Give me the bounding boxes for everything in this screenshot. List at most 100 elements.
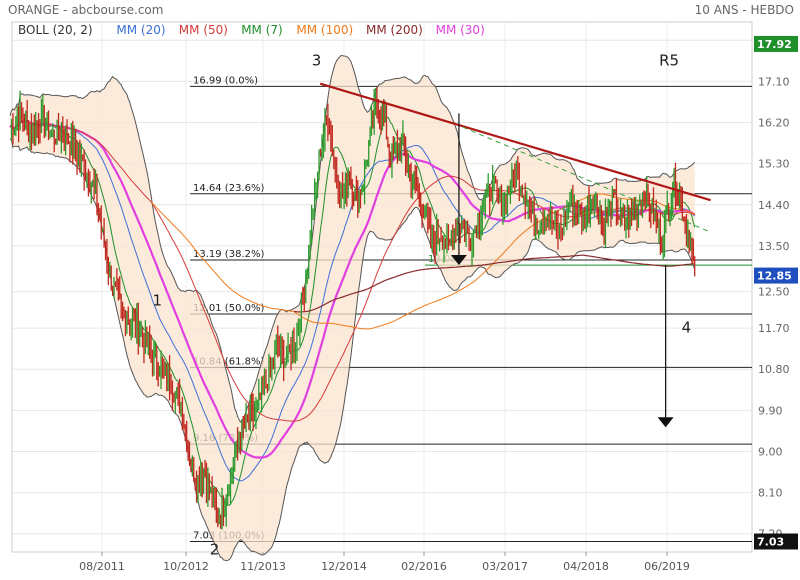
price-point (210, 496, 212, 498)
price-point (613, 199, 615, 201)
price-point (319, 149, 321, 151)
wave-label: 1 (153, 291, 163, 309)
price-point (264, 391, 266, 393)
x-tick-label: 02/2016 (401, 560, 447, 573)
x-tick-label: 11/2013 (240, 560, 286, 573)
price-point (164, 373, 166, 375)
price-point (492, 186, 494, 188)
price-point (480, 209, 482, 211)
price-point (469, 241, 471, 243)
legend-item: MM (200) (366, 23, 423, 37)
price-point (661, 236, 663, 238)
fib-label: 14.64 (23.6%) (193, 183, 264, 194)
wave-label: 3 (312, 51, 322, 69)
price-point (400, 140, 402, 142)
price-point (217, 515, 219, 517)
chart-period: 10 ANS - HEBDO (695, 3, 794, 17)
y-tick-label: 9.90 (758, 404, 783, 417)
price-point (603, 222, 605, 224)
price-point (634, 209, 636, 211)
price-point (42, 117, 44, 119)
price-point (644, 190, 646, 192)
price-tag-label: 7.03 (757, 535, 784, 548)
chart: 16.99 (0.0%)14.64 (23.6%)13.19 (38.2%)12… (8, 3, 798, 573)
price-point (514, 172, 516, 174)
price-point (694, 275, 696, 277)
price-point (305, 277, 307, 279)
price-point (654, 218, 656, 220)
legend-item: BOLL (20, 2) (18, 23, 93, 37)
price-point (31, 131, 33, 133)
y-tick-label: 9.00 (758, 445, 783, 458)
price-point (131, 323, 133, 325)
price-point (418, 195, 420, 197)
price-point (20, 113, 22, 115)
price-point (363, 181, 365, 183)
price-point (432, 245, 434, 247)
price-point (369, 135, 371, 137)
y-tick-label: 12.50 (758, 286, 790, 299)
y-tick-label: 16.20 (758, 117, 790, 130)
price-point (85, 167, 87, 169)
price-point (334, 167, 336, 169)
y-tick-label: 14.40 (758, 199, 790, 212)
chart-title: ORANGE - abcbourse.com (8, 3, 163, 17)
price-point (425, 213, 427, 215)
legend-item: MM (7) (241, 23, 283, 37)
price-point (297, 332, 299, 334)
wave-label: R5 (659, 51, 679, 69)
price-point (623, 227, 625, 229)
price-point (440, 231, 442, 233)
fib-label: 16.99 (0.0%) (193, 75, 258, 86)
price-point (668, 199, 670, 201)
y-tick-label: 17.10 (758, 75, 790, 88)
x-tick-label: 12/2014 (321, 560, 367, 573)
price-point (570, 199, 572, 201)
price-point (447, 250, 449, 252)
price-point (110, 277, 112, 279)
price-point (242, 428, 244, 430)
y-tick-label: 13.50 (758, 240, 790, 253)
price-point (253, 414, 255, 416)
price-tag-label: 12.85 (757, 270, 792, 283)
y-tick-label: 10.80 (758, 363, 790, 376)
price-point (559, 236, 561, 238)
y-tick-label: 11.70 (758, 322, 790, 335)
price-tag-label: 17.92 (757, 38, 792, 51)
price-point (275, 346, 277, 348)
price-point (142, 337, 144, 339)
price-point (390, 158, 392, 160)
price-point (312, 213, 314, 215)
price-point (503, 204, 505, 206)
price-point (74, 149, 76, 151)
price-point (675, 181, 677, 183)
price-point (171, 382, 173, 384)
price-point (52, 135, 54, 137)
price-point (224, 501, 226, 503)
price-point (536, 222, 538, 224)
price-point (286, 359, 288, 361)
price-point (548, 213, 550, 215)
price-point (153, 355, 155, 357)
price-point (96, 195, 98, 197)
legend-item: MM (30) (436, 23, 485, 37)
price-point (232, 464, 234, 466)
price-point (9, 126, 11, 128)
legend-item: MM (100) (296, 23, 353, 37)
indicator-legend: BOLL (20, 2) MM (20) MM (50) MM (7) MM (100)… (18, 23, 485, 37)
wave-label: 2 (210, 540, 220, 558)
x-tick-label: 06/2019 (644, 560, 690, 573)
price-point (342, 195, 344, 197)
legend-item: MM (50) (179, 23, 228, 37)
price-point (525, 195, 527, 197)
fib-label: 13.19 (38.2%) (193, 249, 264, 260)
x-tick-label: 03/2017 (482, 560, 528, 573)
price-point (63, 131, 65, 133)
y-tick-label: 8.10 (758, 487, 783, 500)
price-point (182, 410, 184, 412)
price-point (592, 195, 594, 197)
x-tick-label: 08/2011 (79, 560, 125, 573)
price-point (189, 455, 191, 457)
price-point (411, 177, 413, 179)
price-point (582, 218, 584, 220)
